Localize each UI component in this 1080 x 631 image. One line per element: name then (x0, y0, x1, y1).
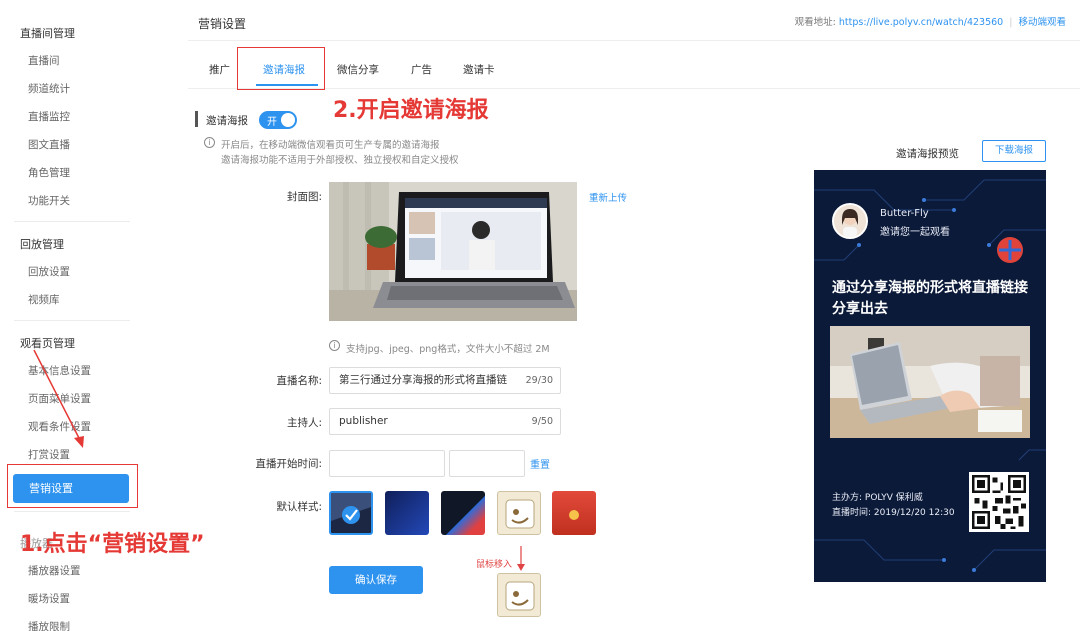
sidebar-item-player-settings[interactable]: 播放器设置 (28, 563, 81, 578)
tab-wechat-share[interactable]: 微信分享 (337, 62, 379, 77)
style-thumb-3[interactable] (441, 491, 485, 535)
preview-invite-text: 邀请您一起观看 (880, 227, 950, 238)
format-note: 支持jpg、jpeg、png格式，文件大小不超过 2M (346, 344, 550, 355)
start-time-label: 直播开始时间: (255, 458, 322, 470)
default-style-label: 默认样式: (276, 501, 322, 513)
header-divider (188, 40, 1080, 41)
preview-photo (830, 326, 1030, 438)
start-time-input[interactable] (449, 450, 525, 477)
qr-code (969, 472, 1029, 532)
hover-hint-label: 鼠标移入 (476, 560, 513, 570)
watch-address-label: 观看地址: (794, 17, 836, 28)
toggle-knob (281, 113, 295, 127)
sidebar-item-live-room[interactable]: 直播间 (28, 53, 60, 68)
sidebar-divider (14, 221, 130, 222)
start-date-input[interactable] (329, 450, 445, 477)
style-thumb-5[interactable] (552, 491, 596, 535)
mobile-watch-link[interactable]: 移动端观看 (1018, 17, 1066, 28)
sidebar-group-playback: 回放管理 (20, 238, 64, 251)
sidebar-item-playback-settings[interactable]: 回放设置 (28, 264, 70, 279)
style-thumb-hover-preview (497, 573, 541, 617)
avatar (832, 203, 868, 239)
style-thumb-4[interactable] (497, 491, 541, 535)
sidebar-item-video-library[interactable]: 视频库 (28, 292, 60, 307)
invite-poster-toggle[interactable]: 开 (259, 111, 297, 129)
preview-title: 邀请海报预览 (896, 148, 959, 160)
sidebar-group-live-room: 直播间管理 (20, 27, 75, 40)
preview-live-time: 直播时间: 2019/12/20 12:30 (832, 508, 955, 518)
confirm-save-button[interactable]: 确认保存 (329, 566, 423, 594)
download-poster-button[interactable]: 下载海报 (982, 140, 1046, 162)
style-thumb-2[interactable] (385, 491, 429, 535)
host-label: 主持人: (286, 417, 322, 429)
sticker-icon (505, 581, 535, 611)
info-icon: i (204, 137, 215, 148)
annotation-box-invite-tab (237, 47, 325, 90)
live-name-value: 第三行通过分享海报的形式将直播链 (339, 374, 507, 386)
watch-address: 观看地址: https://live.polyv.cn/watch/423560… (795, 14, 1066, 28)
watch-url-link[interactable]: https://live.polyv.cn/watch/423560 (839, 17, 1003, 28)
sidebar-item-warmup-settings[interactable]: 暖场设置 (28, 591, 70, 606)
divider: | (1009, 17, 1013, 28)
cover-label: 封面图: (286, 191, 322, 203)
sidebar-divider (14, 511, 130, 512)
preview-headline: 通过分享海报的形式将直播链接分享出去 (832, 280, 1028, 317)
annotation-step2-text: 2.开启邀请海报 (333, 98, 489, 123)
annotation-box-marketing (7, 464, 138, 508)
live-name-input[interactable]: 第三行通过分享海报的形式将直播链 29/30 (329, 367, 561, 394)
toggle-note-line1: 开启后，在移动端微信观看页可生产专属的邀请海报 (221, 140, 440, 151)
live-name-label: 直播名称: (276, 375, 322, 387)
host-input[interactable]: publisher 9/50 (329, 408, 561, 435)
info-icon: i (329, 340, 340, 351)
tab-invite-card[interactable]: 邀请卡 (463, 62, 495, 77)
sidebar-divider (14, 320, 130, 321)
sidebar-item-role-management[interactable]: 角色管理 (28, 165, 70, 180)
red-envelope-icon (569, 510, 579, 520)
preview-user-name: Butter-Fly (880, 208, 929, 219)
sidebar-item-live-monitor[interactable]: 直播监控 (28, 109, 70, 124)
toggle-label: 开 (267, 117, 277, 128)
annotation-step1-text: 1.点击“营销设置” (20, 532, 205, 557)
section-title: 邀请海报 (206, 115, 248, 127)
host-value: publisher (339, 415, 388, 427)
annotation-arrow-icon (33, 349, 84, 448)
selected-check-icon (331, 493, 371, 524)
live-name-char-count: 29/30 (525, 375, 553, 386)
avatar-portrait (834, 205, 866, 237)
hover-arrow-icon (517, 546, 525, 571)
page-title: 营销设置 (198, 17, 247, 31)
section-marker (195, 111, 198, 127)
reupload-link[interactable]: 重新上传 (589, 190, 627, 204)
tab-promotion[interactable]: 推广 (209, 62, 230, 77)
laptop-desk-photo (830, 326, 1030, 438)
sticker-icon (505, 499, 535, 529)
tab-advertising[interactable]: 广告 (411, 62, 432, 77)
cover-image (329, 182, 577, 321)
host-char-count: 9/50 (531, 416, 553, 427)
sidebar-item-channel-stats[interactable]: 频道统计 (28, 81, 70, 96)
style-thumb-1[interactable] (329, 491, 373, 535)
reset-link[interactable]: 重置 (530, 456, 550, 471)
sidebar-item-playback-restriction[interactable]: 播放限制 (28, 619, 70, 631)
qr-code-icon (972, 475, 1026, 529)
sidebar-item-text-live[interactable]: 图文直播 (28, 137, 70, 152)
cover-laptop-illustration (329, 182, 577, 321)
preview-organizer: 主办方: POLYV 保利威 (832, 493, 923, 503)
toggle-note-line2: 邀请海报功能不适用于外部授权、独立授权和自定义授权 (221, 155, 459, 166)
sidebar-item-feature-switch[interactable]: 功能开关 (28, 193, 70, 208)
poster-preview: Butter-Fly 邀请您一起观看 通过分享海报的形式将直播链接分享出去 主办… (814, 170, 1046, 582)
